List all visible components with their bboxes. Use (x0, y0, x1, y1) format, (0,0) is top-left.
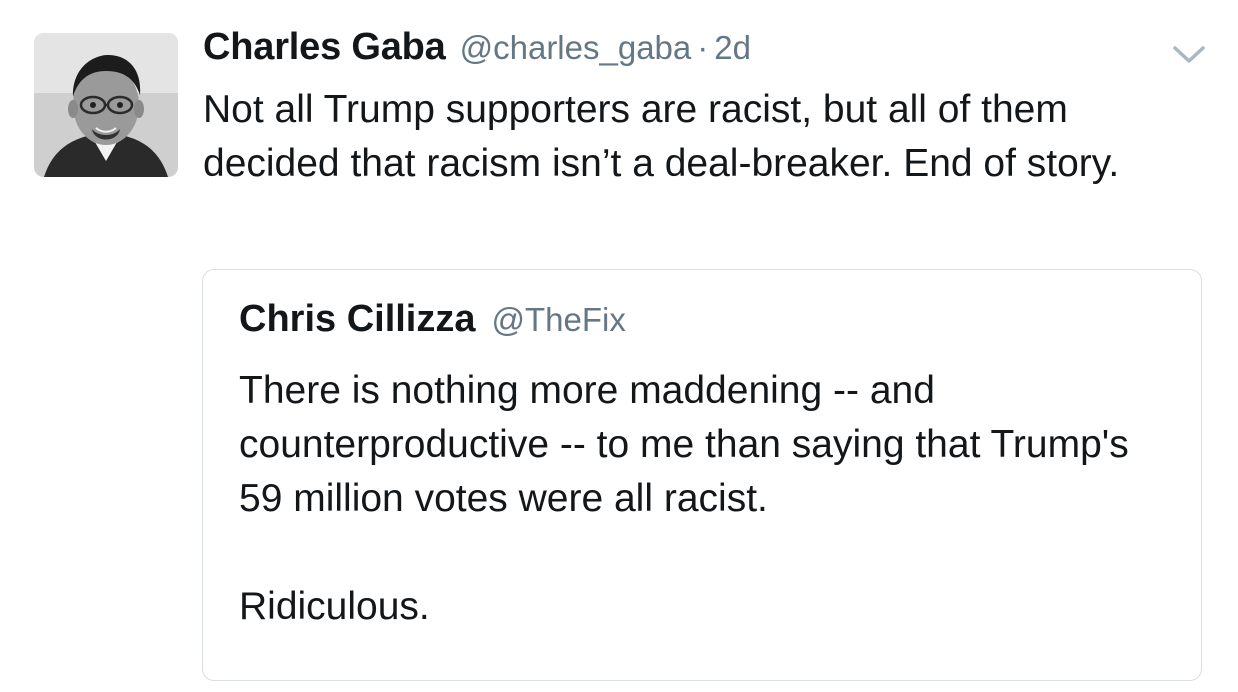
author-name[interactable]: Charles Gaba (203, 26, 446, 69)
tweet-text: Not all Trump supporters are racist, but… (203, 88, 1120, 185)
avatar[interactable] (34, 33, 178, 177)
tweet-header: Charles Gaba @charles_gaba · 2d (203, 26, 751, 76)
avatar-photo (34, 33, 178, 177)
quoted-tweet-card[interactable]: Chris Cillizza @TheFix There is nothing … (202, 269, 1202, 681)
chevron-down-icon (1173, 46, 1205, 63)
quoted-tweet-header: Chris Cillizza @TheFix (239, 298, 626, 341)
quoted-author-handle: @TheFix (491, 301, 626, 338)
quoted-author-name: Chris Cillizza (239, 298, 476, 340)
tweet: Charles Gaba @charles_gaba · 2d Not all … (0, 0, 1238, 692)
tweet-menu-button[interactable] (1172, 44, 1206, 66)
tweet-timestamp[interactable]: 2d (714, 29, 751, 67)
author-handle[interactable]: @charles_gaba (460, 29, 692, 67)
quoted-tweet-text: There is nothing more maddening -- and c… (239, 369, 1129, 628)
header-separator: · (697, 29, 709, 66)
